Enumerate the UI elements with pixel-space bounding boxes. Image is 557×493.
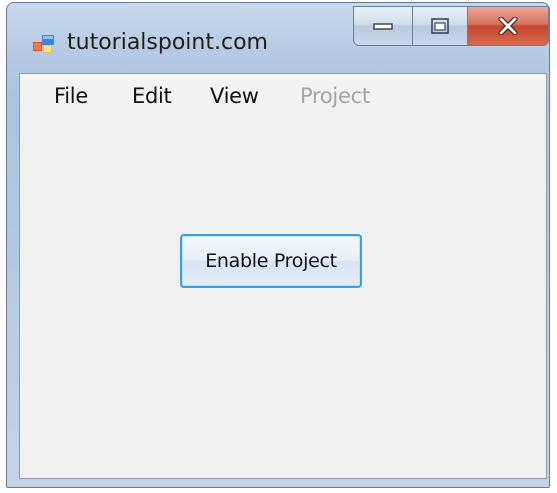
menu-item-project: Project [300,84,370,108]
enable-project-button[interactable]: Enable Project [180,234,362,288]
maximize-icon [431,18,449,34]
title-bar[interactable]: tutorialspoint.com [7,3,549,73]
close-button[interactable] [467,6,549,46]
menu-item-view[interactable]: View [210,84,259,108]
menu-item-file[interactable]: File [54,84,88,108]
form-client-area: File Edit View Project Enable Project [19,73,547,479]
close-icon [498,17,518,35]
windows-forms-app-icon[interactable] [33,35,55,55]
window-title: tutorialspoint.com [67,30,268,55]
app-window: tutorialspoint.com File Edit View Projec… [6,2,550,488]
minimize-icon [373,23,393,30]
menu-bar: File Edit View Project [20,74,546,120]
minimize-button[interactable] [353,6,413,46]
maximize-button[interactable] [412,6,468,46]
menu-item-edit[interactable]: Edit [132,84,172,108]
